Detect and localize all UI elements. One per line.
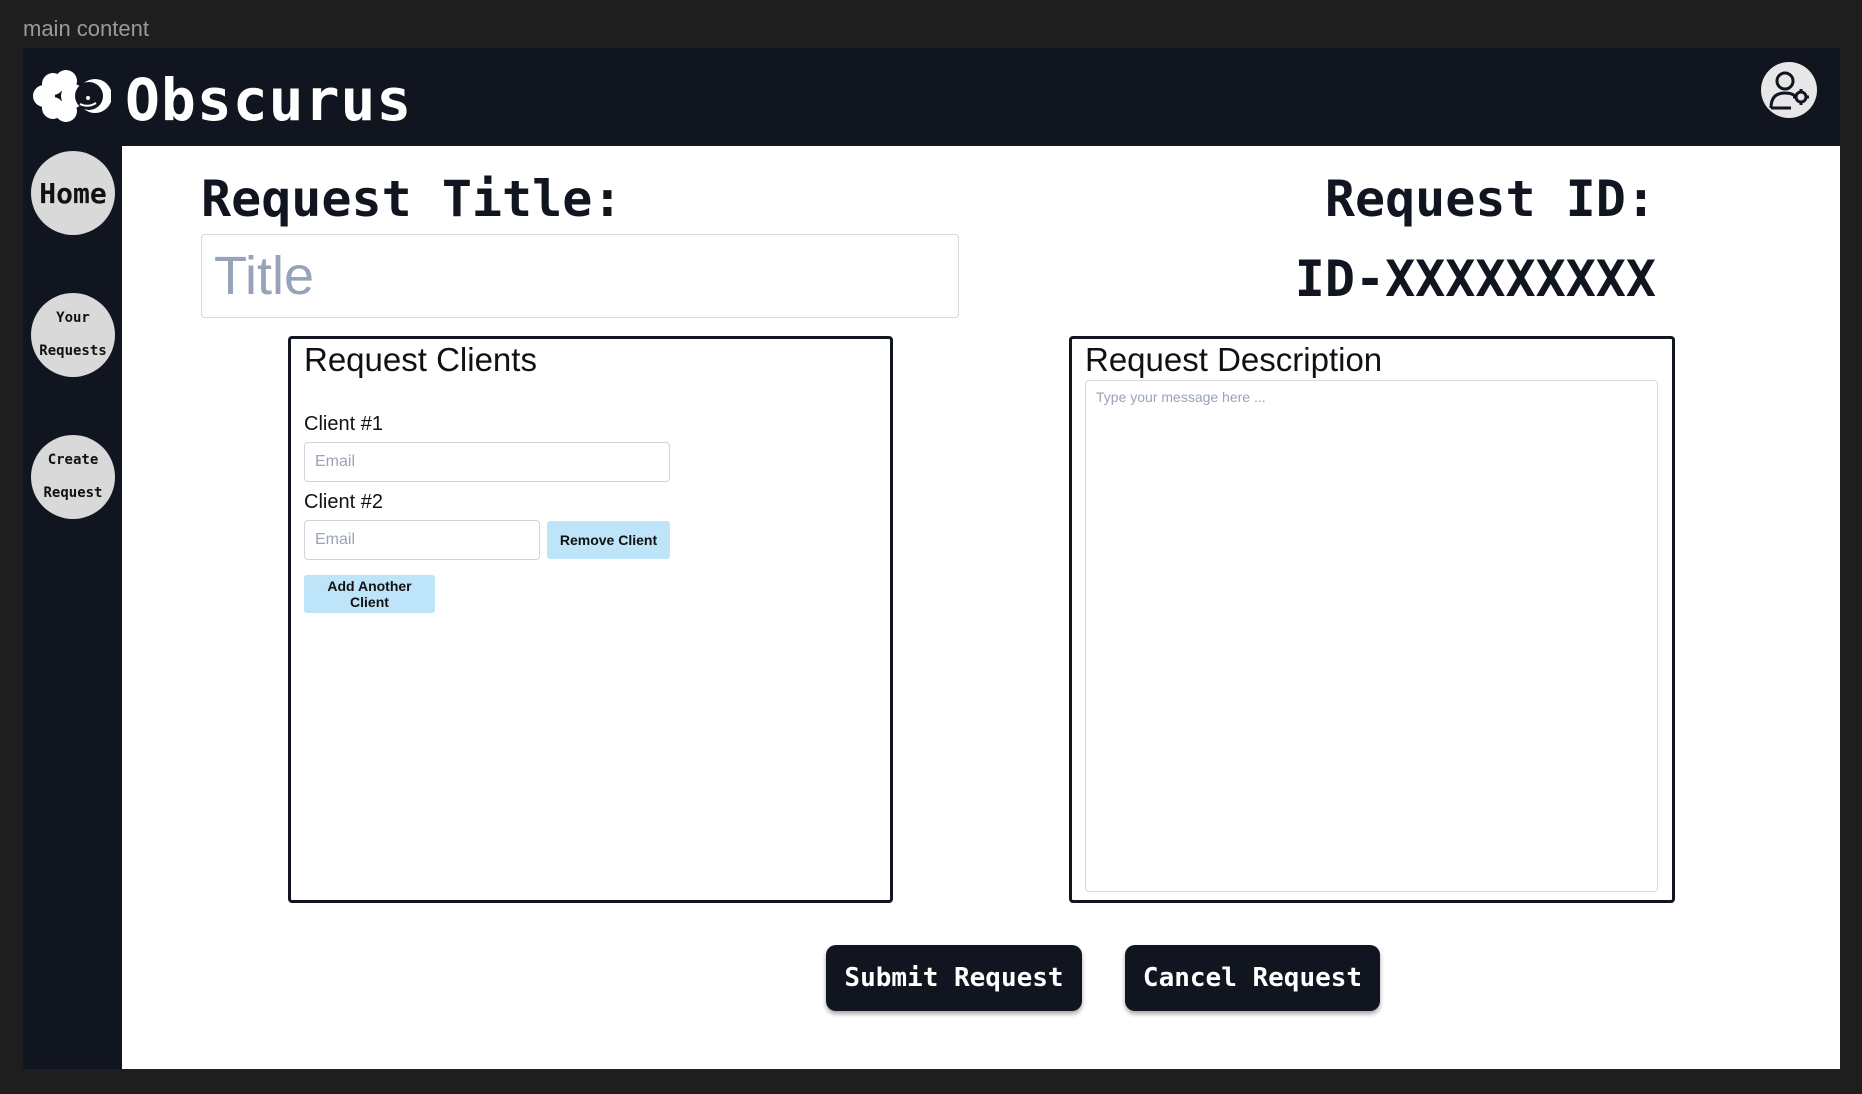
top-bar: Obscurus [23, 48, 1840, 146]
request-description-heading: Request Description [1085, 341, 1383, 378]
sidebar-item-label: Requests [39, 343, 107, 359]
cancel-request-button[interactable]: Cancel Request [1125, 945, 1380, 1011]
submit-request-button[interactable]: Submit Request [826, 945, 1082, 1011]
request-description-textarea[interactable] [1085, 380, 1658, 892]
app-window: Obscurus Home Your Requests Create Reque… [23, 48, 1840, 1069]
request-id-value: ID-XXXXXXXXX [1294, 250, 1656, 308]
request-title-label: Request Title: [201, 170, 623, 228]
add-another-client-button[interactable]: Add Another Client [304, 575, 435, 613]
cloud-moon-logo-icon [33, 70, 112, 122]
sidebar-item-label-wrap: Your Requests [33, 302, 113, 368]
main-content: Request Title: Request ID: ID-XXXXXXXXX … [122, 146, 1840, 1069]
client-1-label: Client #1 [304, 413, 383, 435]
request-title-input[interactable] [201, 234, 959, 318]
app-brand-name[interactable]: Obscurus [125, 66, 412, 134]
frame-label: main content [23, 16, 149, 41]
sidebar-item-home[interactable]: Home [31, 151, 115, 235]
request-id-label: Request ID: [1324, 170, 1656, 228]
client-2-label: Client #2 [304, 491, 383, 513]
sidebar-item-label: Create [47, 452, 99, 468]
sidebar: Home Your Requests Create Request [23, 146, 122, 1069]
sidebar-item-create-request[interactable]: Create Request [31, 435, 115, 519]
user-settings-icon [1769, 71, 1809, 110]
request-clients-heading: Request Clients [304, 341, 537, 378]
client-2-email-input[interactable] [304, 520, 540, 560]
client-1-email-input[interactable] [304, 442, 670, 482]
request-clients-panel: Request Clients Client #1 Client #2 Remo… [288, 336, 893, 903]
sidebar-item-label: Home [39, 176, 107, 210]
remove-client-button[interactable]: Remove Client [547, 521, 670, 559]
sidebar-item-your-requests[interactable]: Your Requests [31, 293, 115, 377]
sidebar-item-label: Request [43, 485, 103, 501]
sidebar-item-label: Your [56, 310, 90, 326]
profile-settings-button[interactable] [1761, 62, 1817, 118]
request-description-panel: Request Description [1069, 336, 1675, 903]
sidebar-item-label-wrap: Create Request [33, 444, 113, 510]
